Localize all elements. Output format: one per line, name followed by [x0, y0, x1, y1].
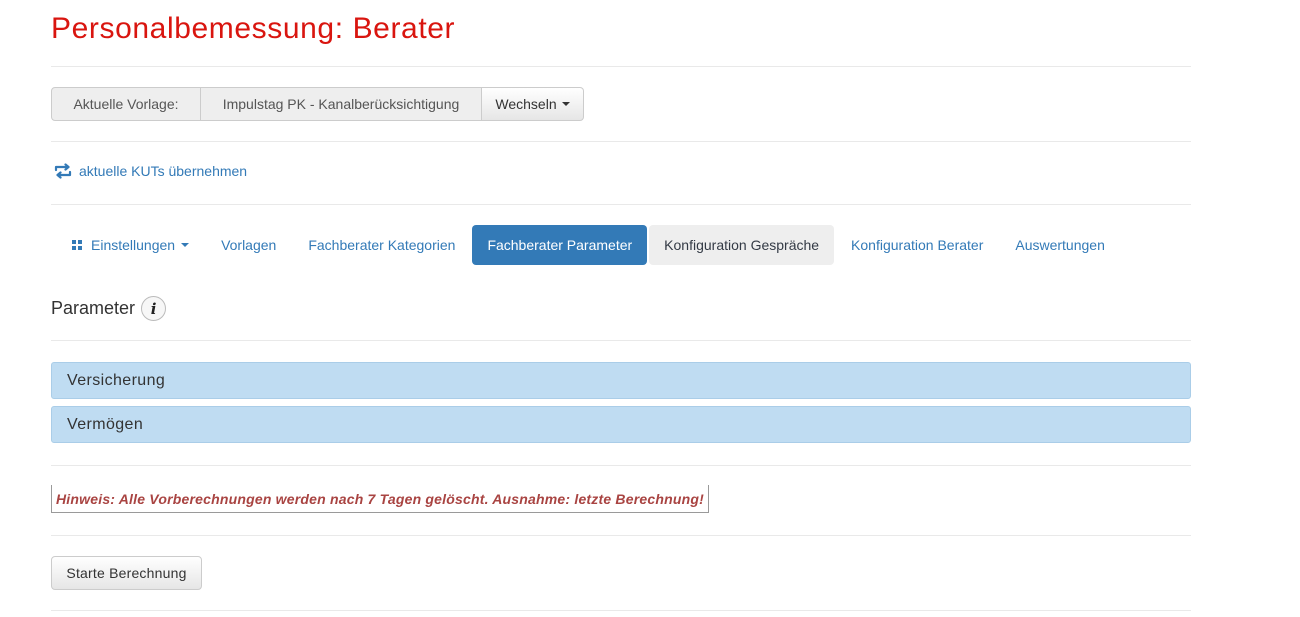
- divider: [51, 610, 1191, 611]
- panel-vermoegen[interactable]: Vermögen: [51, 406, 1191, 443]
- template-value: Impulstag PK - Kanalberücksichtigung: [201, 87, 482, 121]
- start-calculation-button[interactable]: Starte Berechnung: [51, 556, 202, 590]
- apply-kuts-link[interactable]: aktuelle KUTs übernehmen: [53, 163, 247, 179]
- tab-label: Einstellungen: [91, 237, 176, 253]
- tab-label: Konfiguration Berater: [851, 237, 984, 253]
- panel-versicherung[interactable]: Versicherung: [51, 362, 1191, 399]
- hint-note: Hinweis: Alle Vorberechnungen werden nac…: [51, 485, 709, 513]
- info-icon[interactable]: i: [141, 296, 167, 321]
- tab-label: Konfiguration Gespräche: [664, 237, 820, 253]
- divider: [51, 66, 1191, 67]
- divider: [51, 465, 1191, 466]
- panel-title: Vermögen: [67, 415, 144, 433]
- divider: [51, 204, 1191, 205]
- divider: [51, 340, 1191, 341]
- switch-template-label: Wechseln: [495, 96, 557, 112]
- apply-kuts-label: aktuelle KUTs übernehmen: [79, 163, 248, 179]
- tab-label: Fachberater Kategorien: [308, 237, 456, 253]
- tab-label: Auswertungen: [1015, 237, 1105, 253]
- th-large-icon: [72, 240, 82, 250]
- tab-auswertungen[interactable]: Auswertungen: [1000, 225, 1120, 265]
- tab-label: Fachberater Parameter: [487, 237, 633, 253]
- tab-fachberater-kategorien[interactable]: Fachberater Kategorien: [293, 225, 470, 265]
- switch-template-button[interactable]: Wechseln: [482, 87, 584, 121]
- tab-einstellungen[interactable]: Einstellungen: [58, 225, 204, 265]
- divider: [51, 141, 1191, 142]
- panel-title: Versicherung: [67, 371, 166, 389]
- nav-tabs: Einstellungen Vorlagen Fachberater Kateg…: [58, 225, 1122, 265]
- parameter-heading-text: Parameter: [51, 298, 136, 318]
- divider: [51, 535, 1191, 536]
- template-selector: Aktuelle Vorlage: Impulstag PK - Kanalbe…: [51, 87, 584, 121]
- hint-text: Hinweis: Alle Vorberechnungen werden nac…: [56, 490, 704, 507]
- tab-konfiguration-gespraeche[interactable]: Konfiguration Gespräche: [649, 225, 835, 265]
- tab-vorlagen[interactable]: Vorlagen: [206, 225, 291, 265]
- tab-label: Vorlagen: [221, 237, 277, 253]
- tab-fachberater-parameter[interactable]: Fachberater Parameter: [472, 225, 648, 265]
- tab-konfiguration-berater[interactable]: Konfiguration Berater: [836, 225, 998, 265]
- caret-down-icon: [561, 102, 570, 106]
- page-title: Personalbemessung: Berater: [51, 12, 456, 45]
- retweet-icon: [54, 163, 72, 179]
- template-label: Aktuelle Vorlage:: [51, 87, 201, 121]
- parameter-heading: Parameter i: [51, 296, 167, 321]
- caret-down-icon: [181, 243, 190, 247]
